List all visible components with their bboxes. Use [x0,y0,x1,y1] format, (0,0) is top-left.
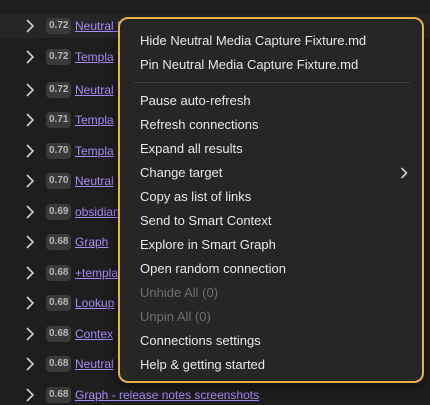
menu-item-explore-smart-graph[interactable]: Explore in Smart Graph [140,233,276,257]
score-badge: 0.68 [46,387,72,403]
chevron-right-icon[interactable] [24,388,36,402]
chevron-right-icon[interactable] [24,144,36,158]
connection-link[interactable]: obsidian [75,205,120,219]
chevron-right-icon[interactable] [24,174,36,188]
connection-link[interactable]: Neutral [75,357,114,371]
score-badge: 0.72 [46,18,72,34]
connection-link[interactable]: Templa [75,144,114,158]
menu-item-copy-links[interactable]: Copy as list of links [140,185,251,209]
menu-item-pin[interactable]: Pin Neutral Media Capture Fixture.md [140,53,358,77]
connection-link[interactable]: Neutral [75,83,114,97]
score-badge: 0.68 [46,234,72,250]
score-badge: 0.68 [46,295,72,311]
chevron-right-icon[interactable] [24,296,36,310]
chevron-right-icon[interactable] [24,235,36,249]
menu-item-hide[interactable]: Hide Neutral Media Capture Fixture.md [140,29,366,53]
menu-item-open-random[interactable]: Open random connection [140,257,286,281]
connection-link[interactable]: Templa [75,50,114,64]
score-badge: 0.68 [46,356,72,372]
menu-item-unpin-all: Unpin All (0) [140,309,211,324]
menu-item-pause-auto-refresh[interactable]: Pause auto-refresh [140,89,251,113]
menu-separator [134,82,410,83]
score-badge: 0.68 [46,326,72,342]
connection-link[interactable]: Templa [75,113,114,127]
score-badge: 0.70 [46,143,72,159]
connection-link[interactable]: Graph - release notes screenshots [75,388,259,402]
score-badge: 0.69 [46,204,72,220]
chevron-right-icon[interactable] [24,327,36,341]
connection-link[interactable]: +templa [75,266,118,280]
chevron-right-icon [400,167,408,179]
connection-link[interactable]: Neutral [75,174,114,188]
menu-item-connections-settings[interactable]: Connections settings [140,329,261,353]
menu-item-expand-all[interactable]: Expand all results [140,137,243,161]
connection-link[interactable]: Graph [75,235,108,249]
connection-link[interactable]: Lookup [75,296,114,310]
chevron-right-icon[interactable] [24,113,36,127]
chevron-right-icon[interactable] [24,19,36,33]
score-badge: 0.68 [46,265,72,281]
context-menu: Hide Neutral Media Capture Fixture.md Pi… [118,17,424,383]
chevron-right-icon[interactable] [24,266,36,280]
chevron-right-icon[interactable] [24,357,36,371]
connection-link[interactable]: Contex [75,327,113,341]
score-badge: 0.72 [46,82,72,98]
chevron-right-icon[interactable] [24,83,36,97]
score-badge: 0.70 [46,173,72,189]
menu-item-refresh-connections[interactable]: Refresh connections [140,113,259,137]
menu-item-help[interactable]: Help & getting started [140,353,265,377]
score-badge: 0.71 [46,112,72,128]
menu-item-unhide-all: Unhide All (0) [140,285,219,300]
score-badge: 0.72 [46,49,72,65]
menu-item-send-to-smart-context[interactable]: Send to Smart Context [140,209,272,233]
menu-item-change-target[interactable]: Change target [140,161,222,185]
chevron-right-icon[interactable] [24,205,36,219]
connection-row[interactable]: 0.68 Graph - release notes screenshots [0,383,430,405]
smart-connections-pane: 0.72 Neutral Media Capture Fixture.md 0.… [0,0,430,405]
chevron-right-icon[interactable] [24,50,36,64]
